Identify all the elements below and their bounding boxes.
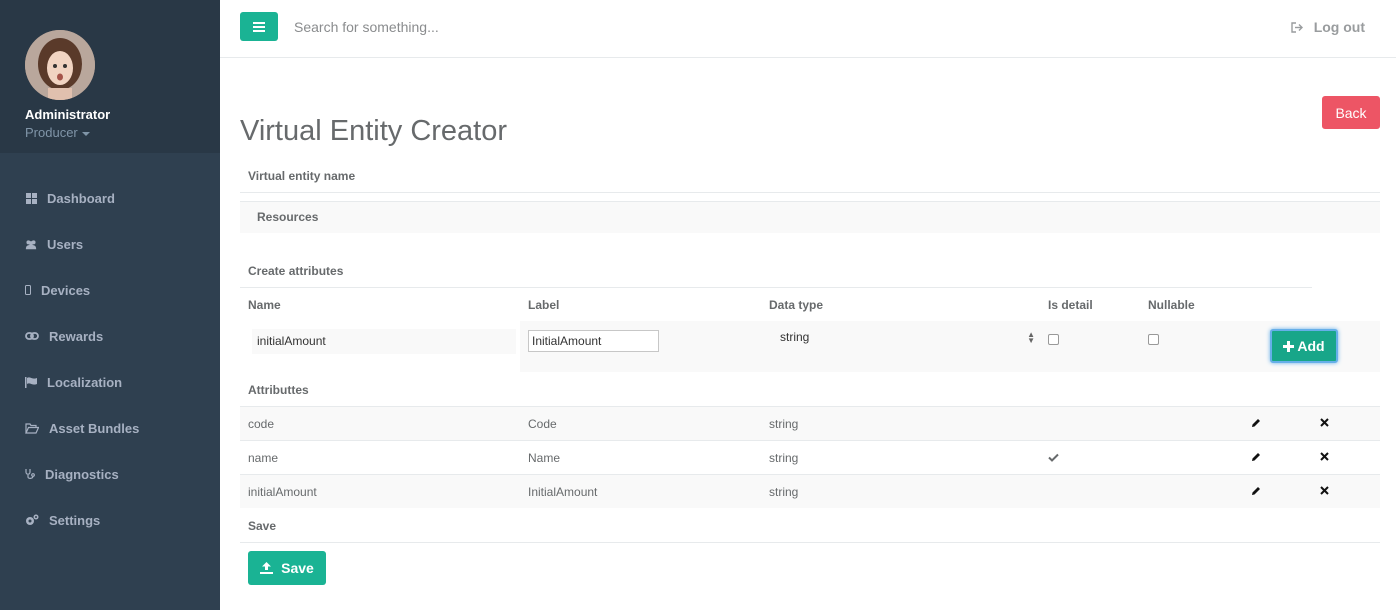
sidebar-item-label: Users bbox=[47, 236, 84, 252]
close-icon[interactable] bbox=[1320, 418, 1329, 427]
select-arrows-icon: ▲ ▼ bbox=[1027, 330, 1035, 345]
sidebar-item-asset-bundles[interactable]: Asset Bundles bbox=[0, 405, 220, 451]
pencil-icon[interactable] bbox=[1251, 486, 1261, 496]
back-button[interactable]: Back bbox=[1322, 96, 1380, 129]
sidebar-item-users[interactable]: Users bbox=[0, 221, 220, 267]
column-header-is-detail: Is detail bbox=[1048, 298, 1093, 312]
attribute-name: name bbox=[248, 451, 279, 465]
link-icon bbox=[25, 330, 39, 342]
attribute-label: Name bbox=[528, 451, 561, 465]
close-icon[interactable] bbox=[1320, 486, 1329, 495]
sign-out-icon bbox=[1290, 21, 1303, 33]
bars-icon bbox=[253, 21, 265, 32]
sidebar-item-label: Rewards bbox=[49, 328, 104, 344]
stethoscope-icon bbox=[25, 468, 35, 480]
mobile-icon bbox=[25, 284, 31, 296]
save-heading: Save bbox=[248, 519, 277, 533]
folder-open-icon bbox=[25, 422, 39, 434]
search-input[interactable] bbox=[294, 14, 794, 40]
add-label: Add bbox=[1297, 338, 1325, 354]
new-attribute-form-row: initialAmount string ▲▼ Add bbox=[240, 321, 1380, 372]
attributes-heading: Attributtes bbox=[248, 383, 309, 397]
th-large-icon bbox=[25, 192, 37, 204]
column-header-nullable: Nullable bbox=[1148, 298, 1195, 312]
attribute-label: Code bbox=[528, 417, 557, 431]
sidebar-item-localization[interactable]: Localization bbox=[0, 359, 220, 405]
entity-name-field[interactable]: Resources bbox=[240, 201, 1380, 233]
users-icon bbox=[25, 238, 37, 250]
profile-role-dropdown[interactable]: Producer bbox=[25, 125, 90, 140]
attribute-type: string bbox=[769, 451, 799, 465]
top-navbar: Log out bbox=[220, 0, 1396, 58]
table-row: initialAmount InitialAmount string bbox=[240, 474, 1380, 508]
attribute-name: code bbox=[248, 417, 275, 431]
logout-link[interactable]: Log out bbox=[1290, 19, 1365, 35]
data-type-selected: string bbox=[780, 330, 810, 344]
sidebar-item-label: Asset Bundles bbox=[49, 420, 140, 436]
profile-name: Administrator bbox=[25, 107, 111, 122]
cogs-icon bbox=[25, 514, 39, 526]
caret-down-icon bbox=[81, 131, 90, 136]
pencil-icon[interactable] bbox=[1251, 418, 1261, 428]
table-row: name Name string bbox=[240, 440, 1380, 474]
sidebar-item-rewards[interactable]: Rewards bbox=[0, 313, 220, 359]
table-row: code Code string bbox=[240, 406, 1380, 440]
sidebar-item-label: Localization bbox=[47, 374, 123, 390]
sidebar-item-settings[interactable]: Settings bbox=[0, 497, 220, 543]
attribute-label: InitialAmount bbox=[528, 485, 598, 499]
sidebar-item-label: Settings bbox=[49, 512, 101, 528]
column-header-name: Name bbox=[248, 298, 281, 312]
sidebar-item-label: Dashboard bbox=[47, 190, 115, 206]
sidebar-item-label: Devices bbox=[41, 282, 91, 298]
profile-role-label: Producer bbox=[25, 125, 78, 140]
attribute-type: string bbox=[769, 485, 799, 499]
main-content: Back Virtual Entity Creator Virtual enti… bbox=[220, 58, 1396, 610]
nullable-checkbox[interactable] bbox=[1148, 334, 1159, 345]
plus-icon bbox=[1283, 340, 1295, 352]
profile-section: Administrator Producer bbox=[0, 0, 220, 153]
check-icon bbox=[1048, 453, 1059, 462]
menu-toggle-button[interactable] bbox=[240, 12, 278, 41]
save-button[interactable]: Save bbox=[248, 551, 326, 585]
sidebar-nav: Dashboard Users Devices Rewards Localiza… bbox=[0, 175, 220, 543]
sidebar-item-diagnostics[interactable]: Diagnostics bbox=[0, 451, 220, 497]
create-attributes-heading: Create attributes bbox=[248, 264, 344, 278]
add-attribute-button[interactable]: Add bbox=[1270, 329, 1338, 363]
attribute-name-field[interactable]: initialAmount bbox=[252, 329, 516, 354]
logout-label: Log out bbox=[1313, 19, 1365, 35]
name-cell: initialAmount bbox=[240, 321, 520, 372]
sidebar: Administrator Producer Dashboard Users D… bbox=[0, 0, 220, 610]
avatar[interactable] bbox=[25, 30, 95, 100]
flag-icon bbox=[25, 376, 37, 388]
entity-name-heading: Virtual entity name bbox=[248, 169, 356, 183]
close-icon[interactable] bbox=[1320, 452, 1329, 461]
upload-icon bbox=[260, 562, 274, 574]
attribute-type: string bbox=[769, 417, 799, 431]
save-label: Save bbox=[281, 560, 314, 576]
is-detail-checkbox[interactable] bbox=[1048, 334, 1059, 345]
column-header-label: Label bbox=[528, 298, 560, 312]
sidebar-item-label: Diagnostics bbox=[45, 466, 119, 482]
attribute-label-input[interactable] bbox=[528, 330, 659, 352]
divider bbox=[240, 542, 1380, 543]
divider bbox=[240, 287, 1312, 288]
pencil-icon[interactable] bbox=[1251, 452, 1261, 462]
entity-name-value: Resources bbox=[257, 210, 319, 224]
data-type-select[interactable]: string ▲ ▼ bbox=[775, 330, 1035, 348]
divider bbox=[240, 192, 1380, 193]
sidebar-item-devices[interactable]: Devices bbox=[0, 267, 220, 313]
sidebar-item-dashboard[interactable]: Dashboard bbox=[0, 175, 220, 221]
page-title: Virtual Entity Creator bbox=[240, 115, 508, 147]
column-header-data-type: Data type bbox=[769, 298, 824, 312]
attribute-name: initialAmount bbox=[248, 485, 317, 499]
